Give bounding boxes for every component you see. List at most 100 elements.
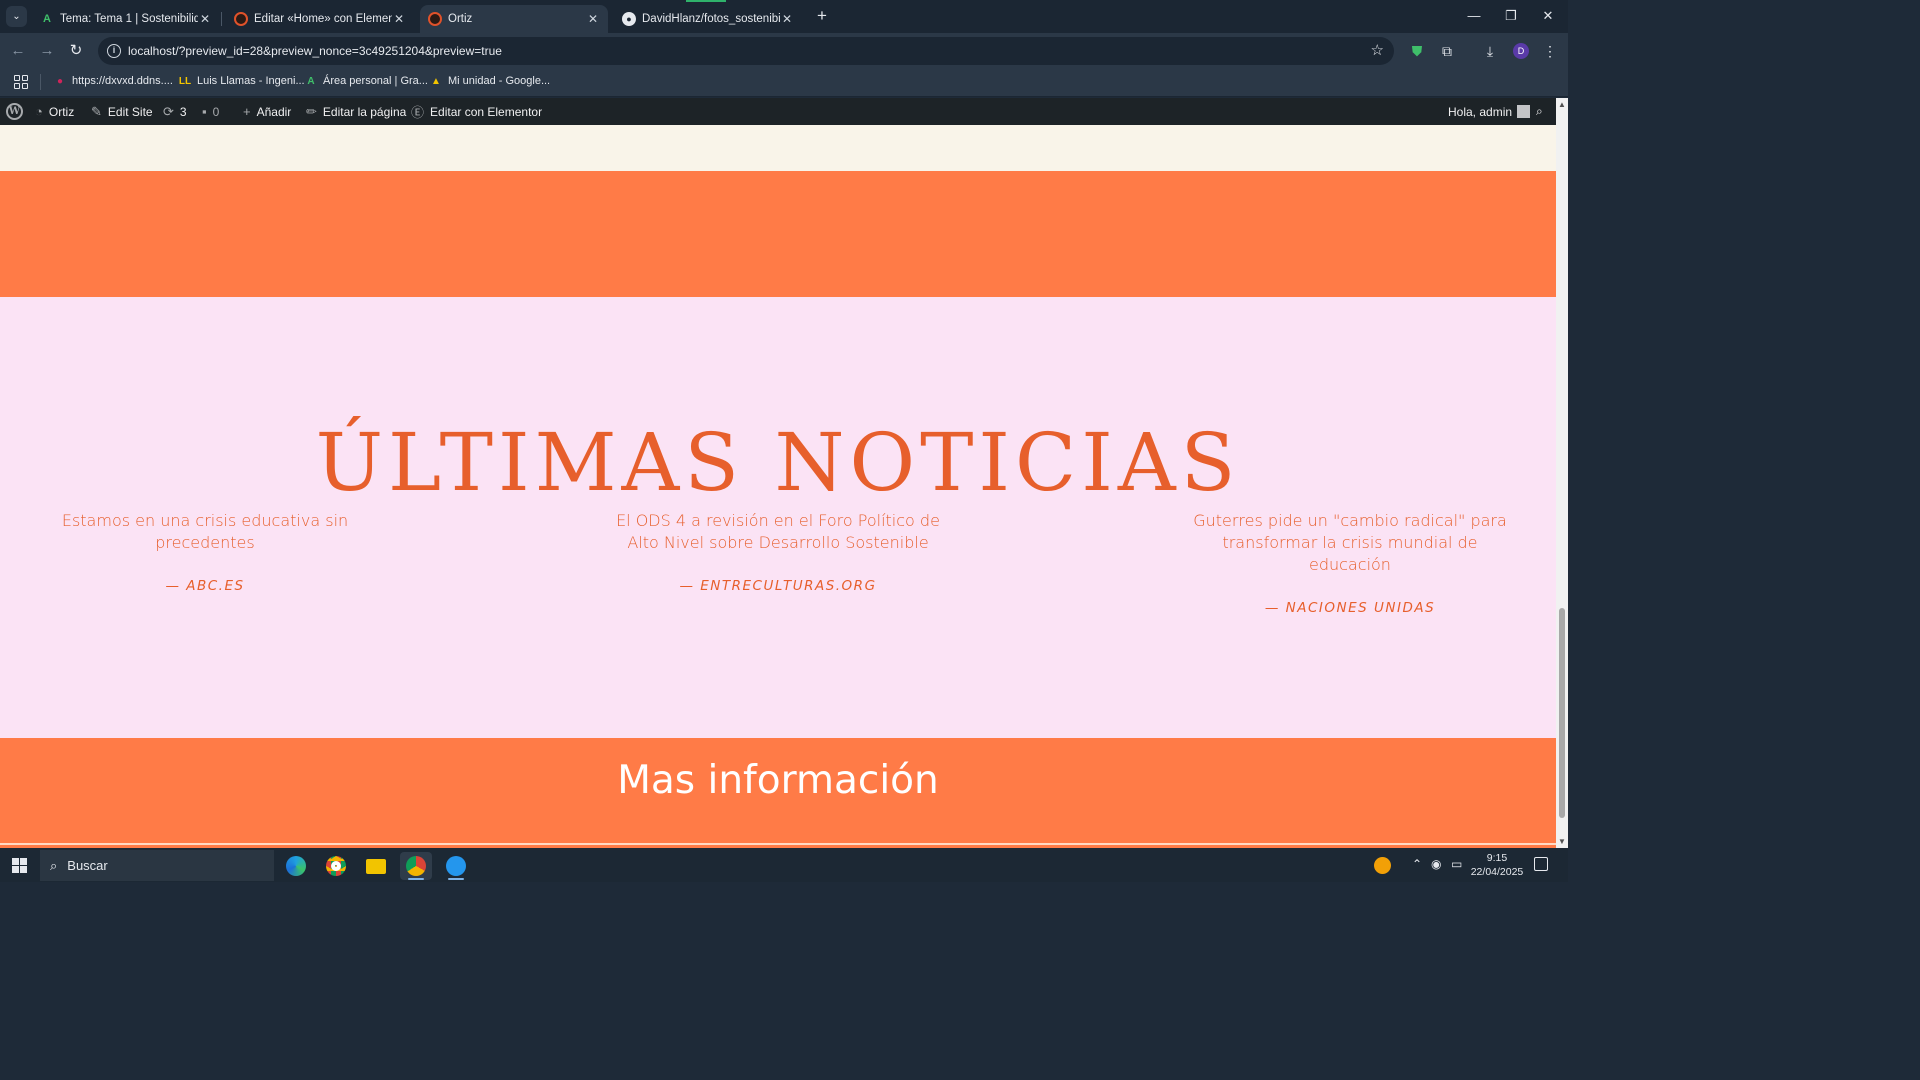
orange-section: [0, 171, 1556, 297]
bookmark-area-personal[interactable]: A Área personal | Gra...: [305, 75, 428, 87]
news-headline: El ODS 4 a revisión en el Foro Político …: [616, 511, 940, 552]
shield-extension-icon[interactable]: ⛊: [1408, 42, 1426, 60]
news-item: El ODS 4 a revisión en el Foro Político …: [608, 510, 948, 594]
dashboard-gauge-icon: ◔: [35, 104, 43, 119]
browser-toolbar: ← → ↻ i localhost/?preview_id=28&preview…: [0, 33, 1568, 69]
letter-a-icon: A: [43, 13, 51, 25]
section-divider: [0, 843, 1556, 845]
reload-icon[interactable]: ↻: [66, 41, 86, 61]
user-avatar: [1517, 105, 1531, 118]
comment-bubble-icon: ▪: [202, 104, 207, 119]
address-bar[interactable]: i localhost/?preview_id=28&preview_nonce…: [98, 37, 1394, 65]
news-item: Guterres pide un "cambio radical" para t…: [1180, 510, 1520, 616]
tab-search-chevron-icon[interactable]: ⌄: [6, 6, 27, 27]
taskbar-search[interactable]: ⌕ Buscar: [40, 850, 274, 881]
pencil-icon: ✏: [306, 103, 317, 119]
news-item: Estamos en una crisis educativa sin prec…: [35, 510, 375, 594]
close-tab-icon[interactable]: ✕: [392, 12, 406, 26]
bookmark-label: Luis Llamas - Ingeni...: [197, 75, 305, 87]
wp-add-new[interactable]: + Añadir: [243, 98, 291, 125]
url-text[interactable]: localhost/?preview_id=28&preview_nonce=3…: [128, 44, 502, 58]
tray-chevron-up-icon[interactable]: ⌃: [1412, 857, 1422, 871]
news-source: — ABC.ES: [165, 578, 245, 594]
clock-time: 9:15: [1486, 852, 1508, 864]
menu-kebab-icon[interactable]: ⋮: [1541, 42, 1559, 60]
scroll-thumb[interactable]: [1559, 608, 1565, 818]
tab-title: Tema: Tema 1 | Sostenibilidad A: [60, 13, 198, 25]
news-headline: Guterres pide un "cambio radical" para t…: [1193, 511, 1507, 574]
download-icon[interactable]: ⤓: [1481, 42, 1499, 60]
brush-icon: ✎: [91, 103, 102, 119]
wp-account[interactable]: Hola, admin: [1448, 98, 1531, 125]
chrome-icon[interactable]: [320, 852, 352, 880]
letter-a-icon: A: [307, 75, 315, 87]
wp-updates[interactable]: ⟳ 3: [163, 98, 187, 125]
edge-icon[interactable]: [280, 852, 312, 880]
taskbar-clock[interactable]: 9:15 22/04/2025: [1466, 851, 1528, 879]
clock-date: 22/04/2025: [1470, 866, 1524, 878]
drive-icon: ▲: [431, 75, 441, 87]
tab-editar-home[interactable]: Editar «Home» con Elementor ✕: [226, 5, 414, 33]
wp-comments[interactable]: ▪ 0: [202, 98, 219, 125]
tab-title: Editar «Home» con Elementor: [254, 13, 392, 25]
tab-github[interactable]: ● DavidHlanz/fotos_sostenibilidad ✕: [614, 5, 802, 33]
wp-edit-site[interactable]: ✎ Edit Site: [91, 98, 153, 125]
elementor-icon: Ⓔ: [411, 105, 425, 120]
news-headline: Estamos en una crisis educativa sin prec…: [61, 511, 349, 552]
wp-admin-bar: W ◔ Ortiz ✎ Edit Site ⟳ 3 ▪ 0 + Añadir ✏…: [0, 98, 1568, 125]
bookmark-label: https://dxvxd.ddns....: [72, 75, 173, 87]
page-scrollbar[interactable]: ▲ ▼: [1556, 98, 1568, 848]
docker-icon[interactable]: [440, 852, 472, 880]
wp-search-icon[interactable]: ⌕: [1536, 98, 1543, 125]
bookmark-luis-llamas[interactable]: LL Luis Llamas - Ingeni...: [179, 75, 305, 87]
close-tab-icon[interactable]: ✕: [586, 12, 600, 26]
site-favicon-icon: [428, 12, 442, 26]
notification-center-icon[interactable]: [1534, 857, 1548, 871]
tab-title: Ortiz: [448, 13, 473, 25]
restore-icon[interactable]: ❐: [1499, 6, 1523, 26]
minimize-icon[interactable]: —: [1462, 6, 1486, 26]
close-window-icon[interactable]: ✕: [1536, 6, 1560, 26]
new-tab-plus-icon[interactable]: +: [812, 7, 832, 27]
weather-icon[interactable]: [1374, 857, 1391, 874]
apps-grid-icon[interactable]: [14, 75, 28, 89]
windows-taskbar: ⌕ Buscar ⌃ ◉ ▭ 9:15 22/04/2025: [0, 848, 1568, 882]
wp-edit-elementor[interactable]: Ⓔ Editar con Elementor: [411, 98, 542, 125]
bookmark-dxvxd[interactable]: ● https://dxvxd.ddns....: [54, 75, 173, 87]
wp-site-name[interactable]: ◔ Ortiz: [35, 98, 74, 125]
site-favicon-icon: [234, 12, 248, 26]
page-viewport: ÚLTIMAS NOTICIAS Estamos en una crisis e…: [0, 125, 1556, 848]
tab-tema[interactable]: A Tema: Tema 1 | Sostenibilidad A ✕: [32, 5, 220, 33]
search-icon: ⌕: [50, 857, 58, 873]
file-explorer-icon[interactable]: [360, 852, 392, 880]
github-icon: ●: [622, 12, 636, 26]
bookmark-star-icon[interactable]: ☆: [1371, 41, 1384, 59]
display-icon[interactable]: ▭: [1451, 857, 1462, 871]
wordpress-logo-icon[interactable]: W: [6, 98, 23, 125]
close-tab-icon[interactable]: ✕: [198, 12, 212, 26]
scroll-up-arrow-icon[interactable]: ▲: [1558, 100, 1566, 109]
chrome-active-icon[interactable]: [400, 852, 432, 880]
wp-edit-page[interactable]: ✏ Editar la página: [306, 98, 406, 125]
news-source: — NACIONES UNIDAS: [1264, 600, 1436, 616]
news-source: — ENTRECULTURAS.ORG: [679, 578, 877, 594]
bookmark-mi-unidad[interactable]: ▲ Mi unidad - Google...: [430, 75, 550, 87]
site-info-icon[interactable]: i: [107, 44, 121, 58]
scroll-down-arrow-icon[interactable]: ▼: [1558, 837, 1566, 846]
tab-ortiz[interactable]: Ortiz ✕: [420, 5, 608, 33]
close-tab-icon[interactable]: ✕: [780, 12, 794, 26]
tab-loading-indicator: [686, 0, 726, 2]
plus-icon: +: [243, 104, 251, 119]
updates-icon: ⟳: [163, 103, 174, 119]
profile-avatar[interactable]: D: [1513, 43, 1529, 59]
windows-start-icon[interactable]: [12, 858, 27, 873]
ll-icon: LL: [178, 75, 192, 87]
forward-arrow-icon[interactable]: →: [37, 41, 57, 61]
back-arrow-icon[interactable]: ←: [8, 41, 28, 61]
extensions-puzzle-icon[interactable]: ⧉: [1438, 42, 1456, 60]
network-vpn-icon[interactable]: ◉: [1431, 857, 1441, 871]
bookmark-label: Mi unidad - Google...: [448, 75, 551, 87]
news-heading: ÚLTIMAS NOTICIAS: [315, 416, 1241, 509]
cream-section: [0, 125, 1556, 171]
more-info-heading: Mas información: [617, 758, 939, 803]
